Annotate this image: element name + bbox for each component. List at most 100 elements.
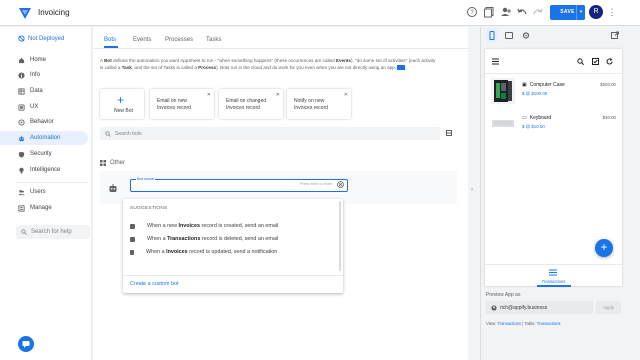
automation-panel: Bots Events Processes Tasks A Bot define… [93,27,468,360]
share-user-icon[interactable] [500,6,512,18]
search-icon[interactable] [577,58,584,65]
open-external-icon[interactable] [611,31,619,40]
new-bot-label: New Bot [114,108,133,114]
settings-icon[interactable] [522,31,530,40]
sidebar-item-label: Users [30,189,46,195]
more-vert-icon[interactable]: ⋮ [607,6,617,18]
apply-button[interactable]: Apply [596,301,621,314]
sidebar-item-home[interactable]: Home [0,53,88,67]
other-section-header: Other [100,160,125,166]
search-bots-placeholder: Search bots [115,130,142,137]
home-icon [18,57,25,63]
view-toggle-icon[interactable] [446,130,452,136]
sidebar-item-info[interactable]: Info [0,68,88,82]
item-icon: ▣ [522,82,527,88]
item-name: ▭ Keyboard [522,115,552,121]
nav-item-transactions[interactable]: Transactions [485,279,622,284]
suggestions-title: SUGGESTIONS [130,206,168,211]
template-card-email-changed[interactable]: Email on changed Invoices record ✕ [219,89,283,119]
sidebar-item-manage[interactable]: Manage [0,201,88,215]
bots-description: A Bot defines the automation you want Ap… [100,58,436,70]
tab-processes[interactable]: Processes [165,37,193,43]
sidebar: Not Deployed Home Info Data UX Behavior … [0,27,92,360]
new-bot-card[interactable]: + New Bot [100,89,144,119]
item-name: ▣ Computer Case [522,82,565,88]
sidebar-item-label: Info [30,72,41,78]
add-fab-button[interactable]: + [595,239,613,257]
template-card-email-new[interactable]: Email on new Invoices record ✕ [150,89,214,119]
sidebar-item-label: Automation [30,135,61,141]
preview-as-value: rich@appify.business [500,304,548,311]
panel-splitter[interactable] [469,27,479,360]
appsheet-logo-icon [19,8,31,19]
sync-icon[interactable] [606,58,613,65]
sidebar-item-security[interactable]: Security [0,147,88,161]
nav-active-indicator [537,285,571,287]
email-icon [130,236,135,242]
menu-icon[interactable] [492,58,499,65]
search-icon [105,130,111,137]
suggestions-divider [123,275,343,276]
select-checkbox-icon[interactable] [592,58,599,65]
list-item[interactable]: ▭ Keyboard $ @ $10.00 $30.00 [485,109,622,139]
close-icon[interactable]: ✕ [207,92,211,98]
suggestion-item[interactable]: When a Transactions record is deleted, s… [130,236,278,242]
app-header [485,49,622,74]
sidebar-item-label: UX [30,104,39,110]
table-link[interactable]: Transactions [537,321,561,326]
shield-icon [18,151,25,158]
sidebar-item-behavior[interactable]: Behavior [0,115,88,129]
close-icon[interactable]: ✕ [344,92,348,98]
bot-name-label: Bot name [136,176,156,181]
sidebar-item-intelligence[interactable]: Intelligence [0,163,88,177]
redo-icon[interactable] [532,6,544,18]
suggestion-item[interactable]: When a Invoices record is updated, send … [130,249,277,255]
item-price: $ @ $10.00 [522,124,545,129]
item-amount: $500.00 [600,82,616,87]
tab-tasks[interactable]: Tasks [206,37,221,43]
tab-events[interactable]: Events [133,37,151,43]
ux-icon [18,103,25,111]
chevron-right-icon[interactable]: › [471,187,473,193]
add-icon: + [117,93,125,107]
search-bots-input[interactable]: Search bots [100,127,440,140]
bottom-nav: Transactions [485,264,622,287]
item-icon: ▭ [522,115,527,121]
chat-button[interactable] [18,336,34,352]
cancel-icon[interactable] [337,181,344,188]
preview-as-input[interactable]: rich@appify.business [486,301,593,314]
phone-icon[interactable] [488,31,496,40]
help-icon[interactable]: ? [466,6,478,18]
sidebar-item-automation[interactable]: Automation [0,131,88,145]
video-icon[interactable] [397,64,406,70]
view-link[interactable]: Transactions [497,321,521,326]
suggestions-scrollbar[interactable] [339,201,341,271]
grid-icon [100,160,106,166]
copy-app-icon[interactable] [483,6,495,18]
table-icon [18,87,25,95]
create-custom-bot-link[interactable]: Create a custom bot [130,281,179,287]
help-search-input[interactable]: Search for help [16,225,90,239]
email-icon [130,223,135,229]
avatar[interactable]: R [589,5,603,19]
tab-bots[interactable]: Bots [104,37,116,43]
keyboard-thumbnail [491,111,515,137]
search-icon [21,229,27,235]
deploy-status[interactable]: Not Deployed [18,35,64,42]
undo-icon[interactable] [516,6,528,18]
list-item[interactable]: ▣ Computer Case $ @ $100.00 $500.00 [485,76,622,106]
template-card-notify-new[interactable]: Notify on new Invoices record ✕ [287,89,351,119]
sidebar-item-users[interactable]: Users [0,185,88,199]
suggestion-item[interactable]: When a new Invoices record is created, s… [130,223,278,229]
tablet-icon[interactable] [505,31,513,40]
sidebar-item-data[interactable]: Data [0,84,88,98]
sidebar-item-ux[interactable]: UX [0,100,88,114]
close-icon[interactable]: ✕ [276,92,280,98]
svg-text:?: ? [470,10,474,16]
sidebar-divider [16,182,88,183]
save-options-chevron-down-icon[interactable]: ▾ [576,5,585,20]
cloud-off-icon [18,35,25,42]
app-preview-device: ▣ Computer Case $ @ $100.00 $500.00 ▭ Keyb… [485,49,622,287]
sidebar-item-label: Manage [30,205,52,211]
item-amount: $30.00 [602,115,616,120]
